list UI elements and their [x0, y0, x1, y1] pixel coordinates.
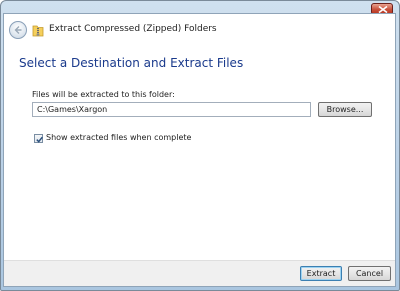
zip-folder-icon	[32, 25, 44, 37]
show-extracted-files-label[interactable]: Show extracted files when complete	[46, 133, 191, 142]
dialog-body: Extract Compressed (Zipped) Folders Sele…	[3, 13, 396, 287]
checkmark-icon	[36, 136, 43, 143]
destination-path-input[interactable]	[32, 102, 311, 117]
browse-button[interactable]: Browse...	[318, 102, 372, 117]
title-bar[interactable]	[1, 1, 399, 15]
destination-folder-label: Files will be extracted to this folder:	[32, 90, 175, 99]
show-extracted-files-checkbox[interactable]	[34, 134, 43, 143]
page-heading: Select a Destination and Extract Files	[19, 56, 244, 70]
command-area: Extract Cancel	[4, 260, 395, 286]
wizard-header: Extract Compressed (Zipped) Folders	[4, 20, 395, 40]
back-button[interactable]	[9, 21, 27, 39]
window-title: Extract Compressed (Zipped) Folders	[49, 24, 217, 34]
close-icon	[378, 6, 388, 13]
cancel-button[interactable]: Cancel	[348, 266, 391, 281]
back-arrow-icon	[14, 26, 22, 34]
extract-wizard-window: Extract Compressed (Zipped) Folders Sele…	[0, 0, 400, 291]
extract-button[interactable]: Extract	[300, 266, 342, 281]
